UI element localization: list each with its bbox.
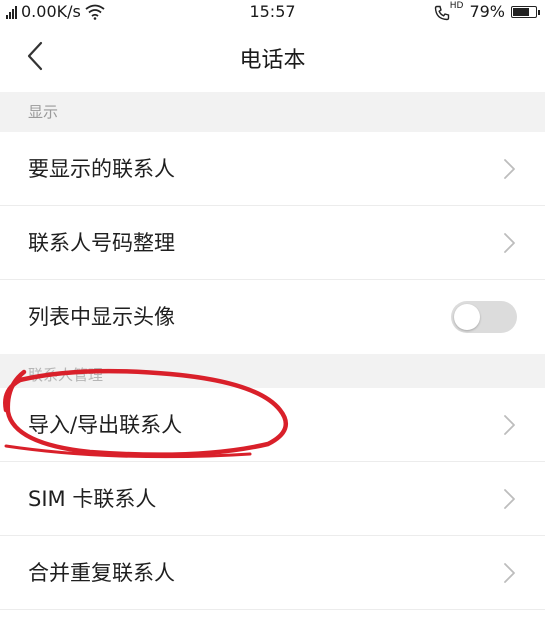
row-contacts-to-display[interactable]: 要显示的联系人 [0,132,545,206]
row-label: 要显示的联系人 [28,157,175,181]
row-label: 合并重复联系人 [28,561,175,585]
chevron-right-icon [504,233,515,253]
page-title: 电话本 [239,48,306,73]
phone-icon [434,5,449,20]
section-header-management: 联系人管理 [0,354,545,388]
status-bar: 0.00K/s 15:57 HD 79% [0,0,545,24]
row-organize-numbers[interactable]: 联系人号码整理 [0,206,545,280]
row-label: 列表中显示头像 [28,305,175,329]
row-show-avatar: 列表中显示头像 [0,280,545,354]
show-avatar-toggle[interactable] [451,301,517,333]
nav-bar: 电话本 [0,24,545,90]
chevron-right-icon [504,489,515,509]
row-merge-duplicates[interactable]: 合并重复联系人 [0,536,545,610]
battery-fill [513,7,529,16]
section-header-display: 显示 [0,92,545,132]
chevron-right-icon [504,563,515,583]
toggle-knob [454,304,480,330]
hd-badge: HD [449,1,464,11]
row-label: 导入/导出联系人 [28,413,183,437]
chevron-right-icon [504,415,515,435]
chevron-right-icon [504,159,515,179]
battery-icon [511,5,540,18]
row-label: SIM 卡联系人 [28,487,157,511]
status-right: HD 79% [434,1,540,21]
call-hd-indicator: HD [434,1,464,21]
battery-percent: 79% [469,2,505,21]
row-label: 联系人号码整理 [28,231,175,255]
row-import-export-contacts[interactable]: 导入/导出联系人 [0,388,545,462]
row-sim-contacts[interactable]: SIM 卡联系人 [0,462,545,536]
